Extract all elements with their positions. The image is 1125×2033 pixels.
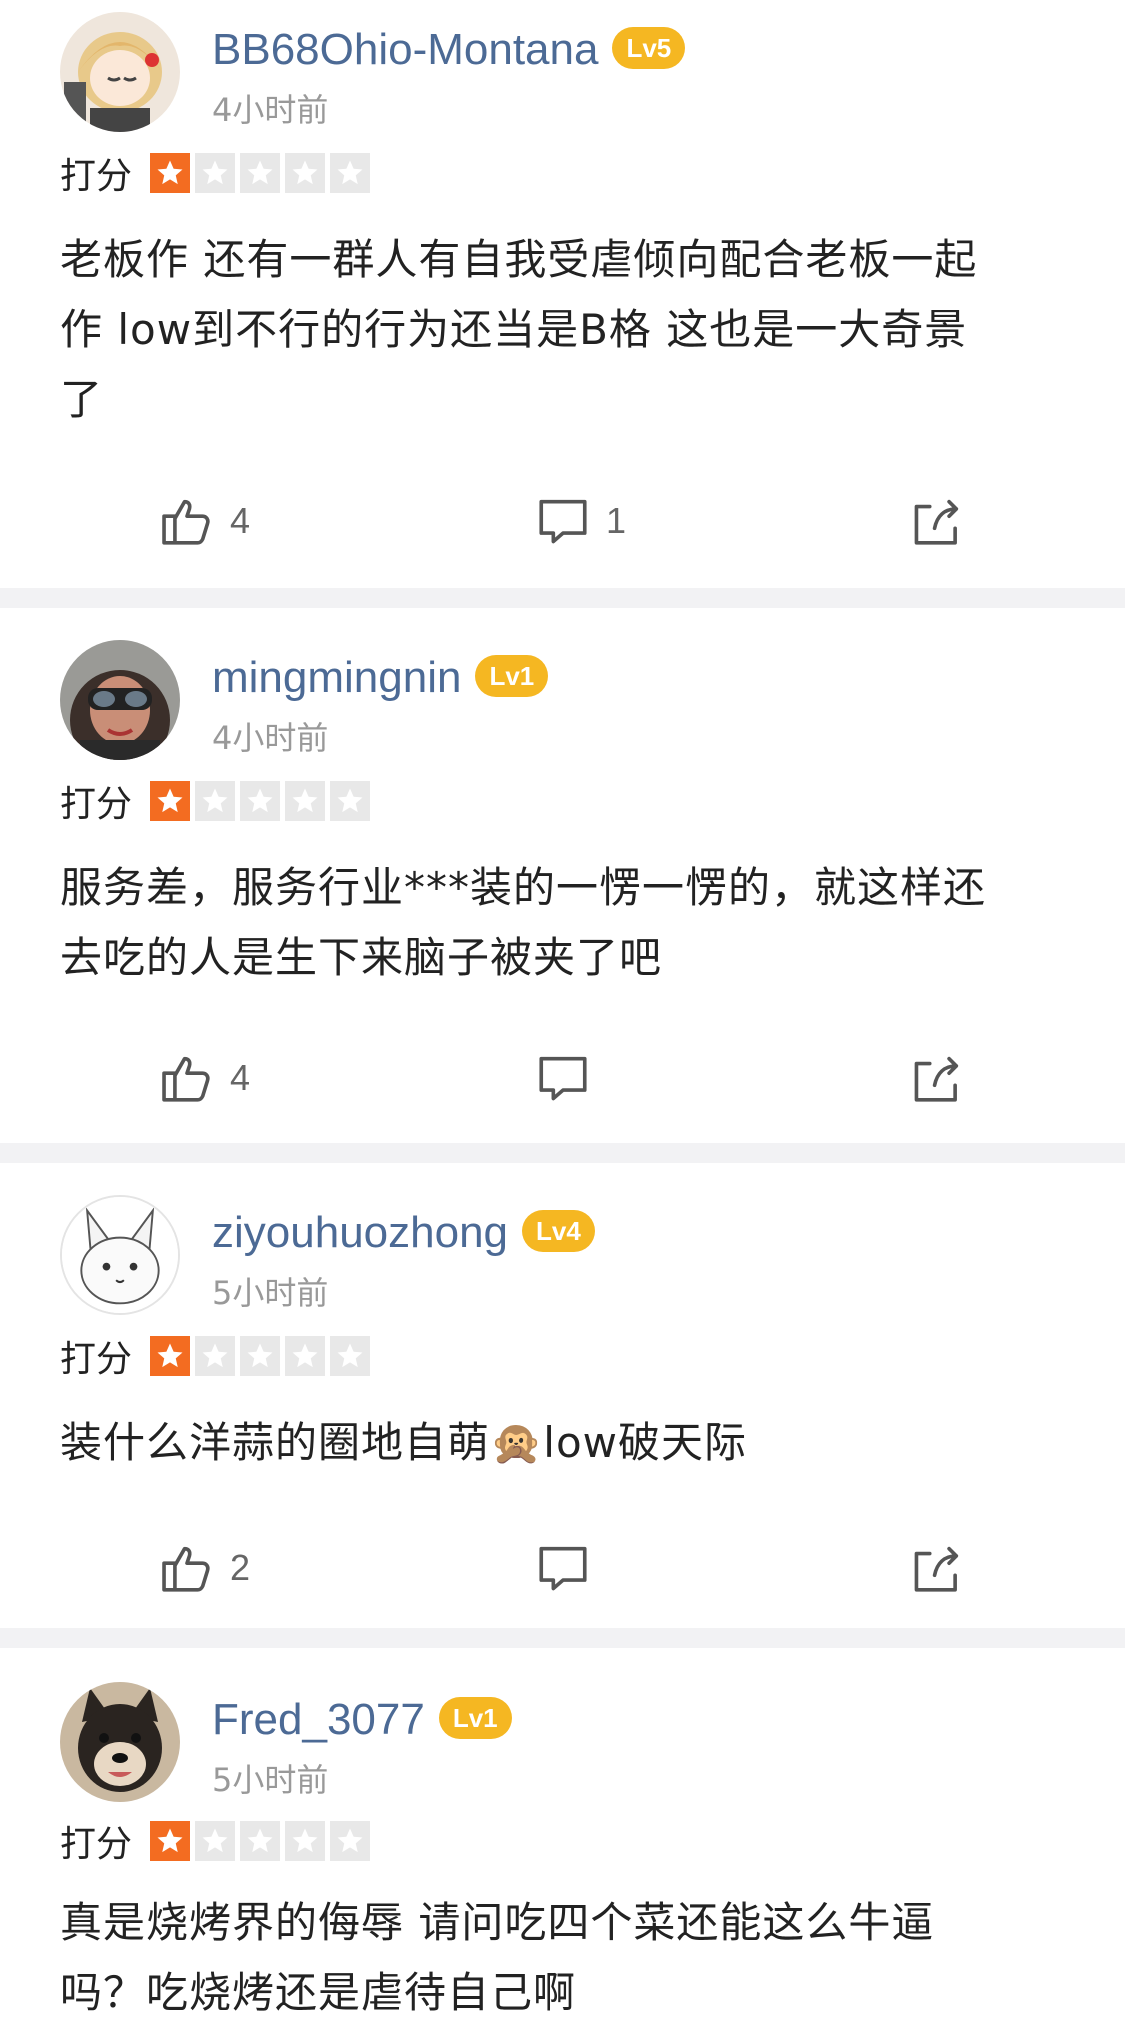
like-button[interactable]: 4	[158, 486, 250, 556]
comment-button[interactable]: 1	[534, 486, 626, 556]
share-icon	[914, 1056, 959, 1102]
star-icon	[285, 1821, 326, 1861]
rating-label: 打分	[60, 1339, 133, 1380]
rating-row: 打分	[60, 780, 375, 825]
star-icon	[195, 1336, 236, 1376]
like-button[interactable]: 2	[158, 1533, 250, 1603]
level-badge: Lv4	[522, 1210, 595, 1253]
star-icon	[330, 781, 371, 821]
like-count: 2	[230, 1547, 251, 1588]
star-icon	[195, 781, 236, 821]
thumbs-up-icon	[162, 499, 210, 545]
content-line: 去吃的人是生下来脑子被夹了吧	[60, 933, 663, 982]
review-card: ziyouhuozhong Lv4 5小时前 打分 装什么洋蒜的圈地自萌🙊low破…	[0, 1163, 1125, 1628]
star-icon	[330, 1336, 371, 1376]
username-text[interactable]: ziyouhuozhong	[212, 1208, 508, 1257]
username[interactable]: mingmingnin Lv1	[212, 653, 549, 702]
review-feed: BB68Ohio-Montana Lv5 4小时前 打分 老板作 还有一群人有自我…	[0, 0, 1125, 2033]
review-card: mingmingnin Lv1 4小时前 打分 服务差，服务行业***装的一愣一愣…	[0, 608, 1125, 1143]
star-rating	[150, 1821, 375, 1861]
username-text[interactable]: Fred_3077	[212, 1695, 425, 1744]
star-icon	[285, 1336, 326, 1376]
star-icon	[330, 153, 371, 193]
star-icon	[150, 1336, 191, 1376]
review-card: BB68Ohio-Montana Lv5 4小时前 打分 老板作 还有一群人有自我…	[0, 0, 1125, 588]
timestamp: 5小时前	[212, 1274, 329, 1312]
comment-button[interactable]	[534, 1043, 606, 1113]
action-bar: 4	[0, 1043, 1125, 1113]
username[interactable]: Fred_3077 Lv1	[212, 1695, 512, 1744]
level-badge: Lv1	[438, 1697, 512, 1740]
star-rating	[150, 153, 375, 193]
star-icon	[240, 781, 281, 821]
username-text[interactable]: BB68Ohio-Montana	[212, 25, 598, 74]
share-button[interactable]	[908, 1043, 966, 1113]
username-text[interactable]: mingmingnin	[212, 653, 461, 702]
review-content[interactable]: 老板作 还有一群人有自我受虐倾向配合老板一起 作 low到不行的行为还当是B格 …	[60, 225, 1060, 435]
divider	[0, 1628, 1125, 1648]
star-icon	[195, 153, 236, 193]
action-bar: 2	[0, 1533, 1125, 1603]
rating-label: 打分	[60, 156, 133, 197]
rating-row: 打分	[60, 1820, 375, 1865]
share-button[interactable]	[908, 1533, 966, 1603]
avatar[interactable]	[60, 640, 180, 760]
rating-row: 打分	[60, 1335, 375, 1380]
username[interactable]: BB68Ohio-Montana Lv5	[212, 25, 686, 74]
level-badge: Lv5	[612, 27, 686, 70]
rating-row: 打分	[60, 152, 375, 197]
content-line: 吗？吃烧烤还是虐待自己啊	[60, 1968, 577, 2017]
level-badge: Lv1	[475, 655, 549, 698]
rating-label: 打分	[60, 1824, 133, 1865]
star-icon	[240, 153, 281, 193]
star-icon	[195, 1821, 236, 1861]
content-line: 真是烧烤界的侮辱 请问吃四个菜还能这么牛逼	[60, 1898, 935, 1947]
timestamp: 4小时前	[212, 91, 329, 129]
content-line: 老板作 还有一群人有自我受虐倾向配合老板一起	[60, 235, 978, 284]
thumbs-up-icon	[162, 1546, 210, 1592]
star-icon	[285, 153, 326, 193]
timestamp: 4小时前	[212, 719, 329, 757]
star-icon	[150, 1821, 191, 1861]
action-bar: 4 1	[0, 486, 1125, 556]
content-line: 服务差，服务行业***装的一愣一愣的，就这样还	[60, 863, 987, 912]
star-icon	[240, 1336, 281, 1376]
like-count: 4	[230, 500, 251, 541]
thumbs-up-icon	[162, 1056, 210, 1102]
share-button[interactable]	[908, 486, 966, 556]
review-content[interactable]: 服务差，服务行业***装的一愣一愣的，就这样还 去吃的人是生下来脑子被夹了吧	[60, 853, 1060, 993]
star-rating	[150, 781, 375, 821]
content-line: 作 low到不行的行为还当是B格 这也是一大奇景	[60, 305, 968, 354]
avatar[interactable]	[60, 1195, 180, 1315]
review-content[interactable]: 装什么洋蒜的圈地自萌🙊low破天际	[60, 1408, 1060, 1478]
like-button[interactable]: 4	[158, 1043, 250, 1113]
comment-icon	[539, 1056, 587, 1101]
like-count: 4	[230, 1057, 251, 1098]
divider	[0, 588, 1125, 608]
content-line: 装什么洋蒜的圈地自萌🙊low破天际	[60, 1418, 748, 1467]
content-line: 了	[60, 375, 104, 424]
comment-icon	[539, 1546, 587, 1591]
share-icon	[914, 1546, 959, 1592]
avatar[interactable]	[60, 12, 180, 132]
star-icon	[240, 1821, 281, 1861]
comment-button[interactable]	[534, 1533, 606, 1603]
rating-label: 打分	[60, 784, 133, 825]
star-icon	[285, 781, 326, 821]
review-content[interactable]: 真是烧烤界的侮辱 请问吃四个菜还能这么牛逼 吗？吃烧烤还是虐待自己啊	[60, 1888, 1060, 2028]
comment-icon	[539, 499, 587, 544]
divider	[0, 1143, 1125, 1163]
star-icon	[150, 781, 191, 821]
share-icon	[914, 499, 959, 545]
star-icon	[150, 153, 191, 193]
comment-count: 1	[606, 500, 627, 541]
timestamp: 5小时前	[212, 1761, 329, 1799]
star-icon	[330, 1821, 371, 1861]
review-card: Fred_3077 Lv1 5小时前 打分 真是烧烤界的侮辱 请问吃四个菜还能这么…	[0, 1648, 1125, 2033]
avatar[interactable]	[60, 1682, 180, 1802]
star-rating	[150, 1336, 375, 1376]
username[interactable]: ziyouhuozhong Lv4	[212, 1208, 595, 1257]
